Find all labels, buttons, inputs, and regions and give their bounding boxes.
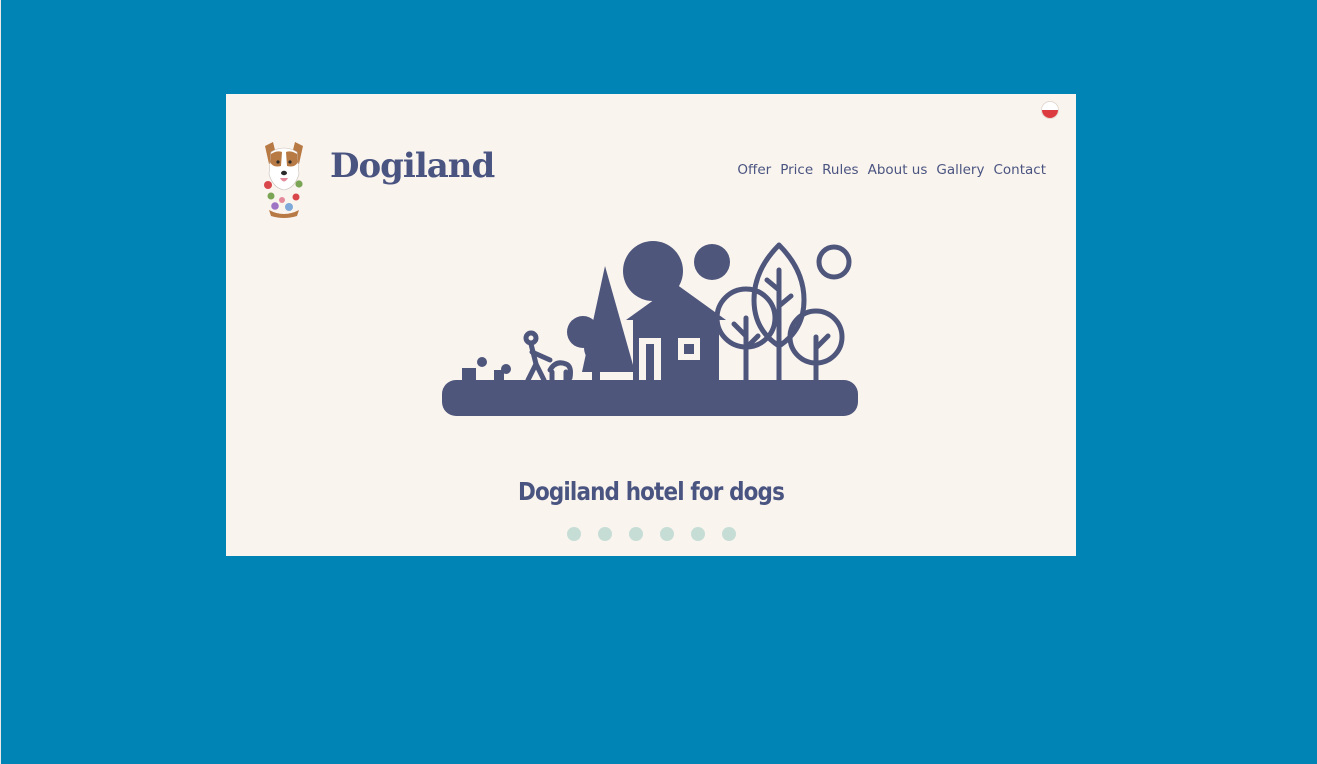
dog-logo-icon[interactable] (259, 140, 309, 218)
slider-dot[interactable] (629, 527, 643, 541)
nav-rules[interactable]: Rules (822, 162, 858, 178)
nav-about-us[interactable]: About us (868, 162, 928, 178)
nav-contact[interactable]: Contact (993, 162, 1046, 178)
dog-hotel-illustration (442, 241, 858, 416)
polish-flag-icon[interactable] (1042, 102, 1058, 118)
slider-dot[interactable] (660, 527, 674, 541)
slider-dot[interactable] (722, 527, 736, 541)
slider-dot[interactable] (598, 527, 612, 541)
nav-gallery[interactable]: Gallery (936, 162, 984, 178)
slider-dot[interactable] (567, 527, 581, 541)
nav-offer[interactable]: Offer (737, 162, 771, 178)
nav-price[interactable]: Price (780, 162, 813, 178)
slider-dots (567, 527, 736, 541)
website-panel: Dogiland Offer Price Rules About us Gall… (226, 94, 1076, 556)
slider-dot[interactable] (691, 527, 705, 541)
brand-title[interactable]: Dogiland (330, 146, 495, 186)
hero-caption: Dogiland hotel for dogs (517, 477, 785, 506)
page-edge (0, 0, 1, 764)
main-nav: Offer Price Rules About us Gallery Conta… (737, 162, 1046, 178)
